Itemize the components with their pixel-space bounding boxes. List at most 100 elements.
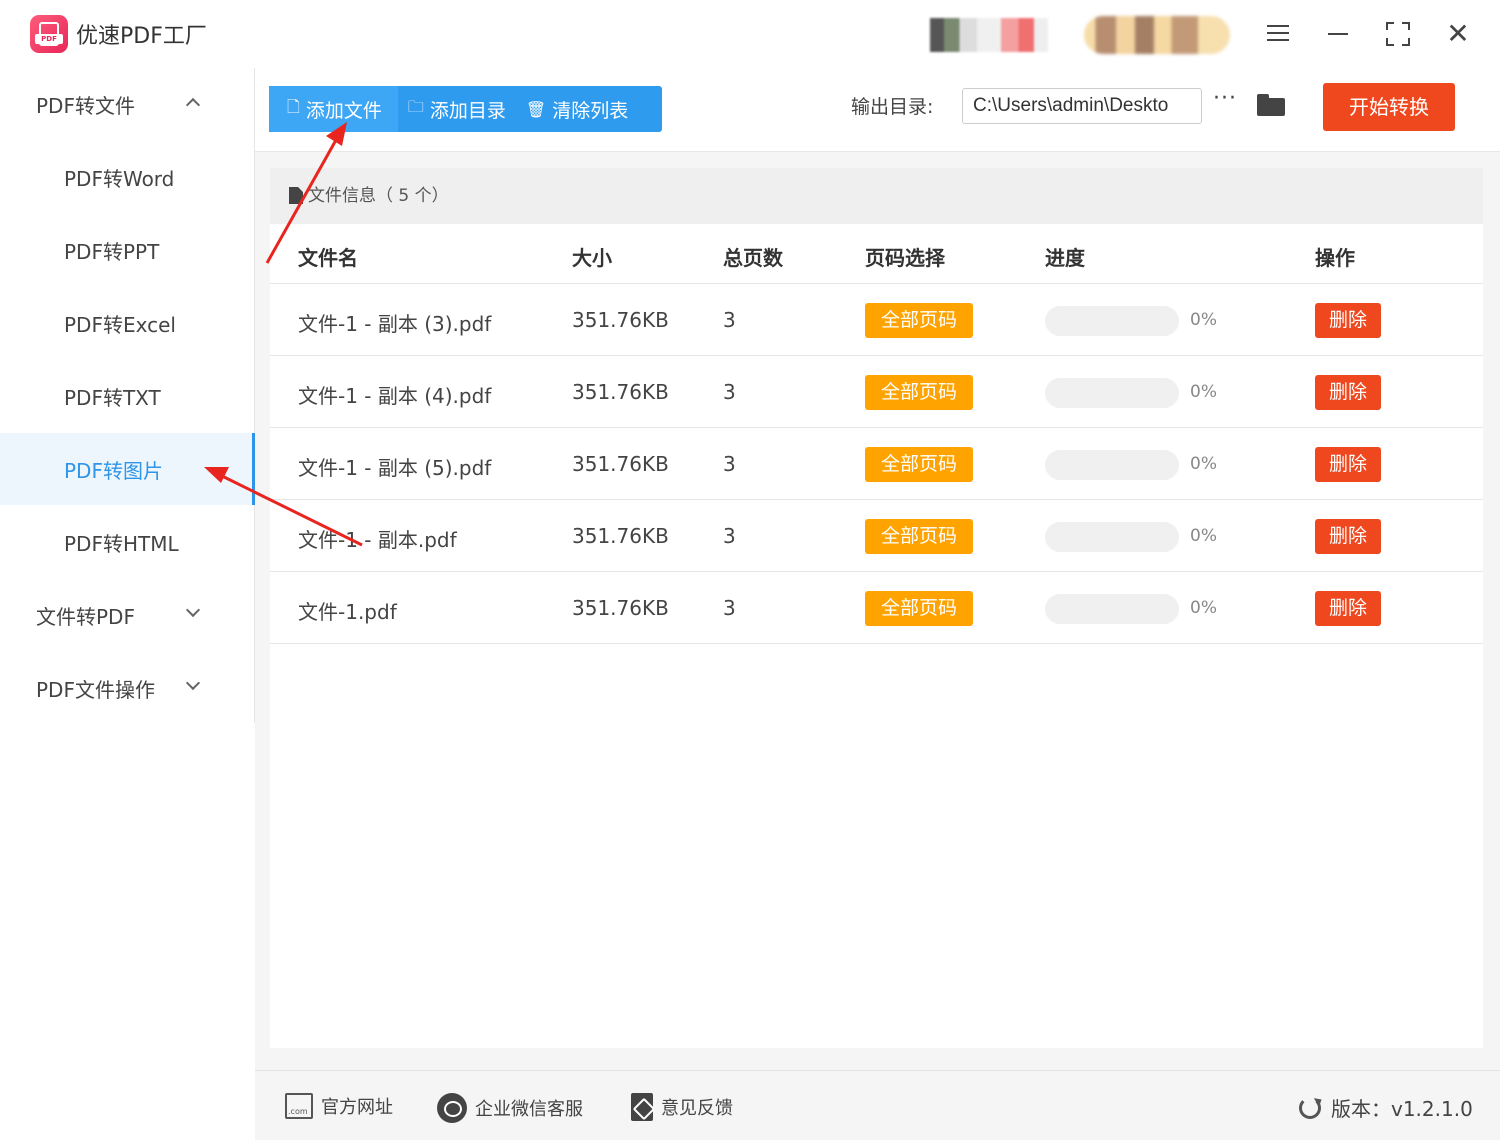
app-logo-icon: PDF (30, 15, 68, 53)
output-dir-label: 输出目录: (851, 96, 934, 118)
sidebar-item-pdf-to-word[interactable]: PDF转Word (0, 141, 255, 213)
sidebar-group-pdf-to-file[interactable]: PDF转文件 (0, 68, 255, 140)
feedback-link[interactable]: 意见反馈 (631, 1093, 733, 1121)
version-label: 版本：v1.2.1.0 (1331, 1097, 1473, 1121)
delete-button[interactable]: 删除 (1315, 447, 1381, 482)
user-vip-badge-blurred[interactable] (1084, 16, 1230, 54)
file-button-group: 🗋 添加文件 🗀 添加目录 🗑 清除列表 (269, 86, 662, 132)
feedback-icon (631, 1093, 653, 1121)
user-avatar-blurred[interactable] (930, 18, 1048, 52)
sidebar-group-file-to-pdf[interactable]: 文件转PDF (0, 579, 255, 651)
file-info-header: 文件信息（ 5 个） (270, 168, 1483, 224)
feedback-label: 意见反馈 (661, 1098, 733, 1119)
sidebar-item-pdf-to-html[interactable]: PDF转HTML (0, 506, 255, 578)
page-select-button[interactable]: 全部页码 (865, 447, 973, 482)
sidebar-item-pdf-to-txt[interactable]: PDF转TXT (0, 360, 255, 432)
file-list-panel: 文件信息（ 5 个） 文件名 大小 总页数 页码选择 进度 操作 文件-1 - … (270, 168, 1483, 1048)
sidebar-item-label: PDF转Excel (64, 312, 176, 337)
table-row: 文件-1.pdf 351.76KB 3 全部页码 0% 删除 (270, 572, 1483, 644)
main-area: 🗋 添加文件 🗀 添加目录 🗑 清除列表 输出目录: C:\Users\admi… (255, 68, 1500, 1140)
browse-more-button[interactable]: ··· (1213, 86, 1237, 111)
delete-button[interactable]: 删除 (1315, 519, 1381, 554)
table-row: 文件-1 - 副本 (4).pdf 351.76KB 3 全部页码 0% 删除 (270, 356, 1483, 428)
clear-list-label: 清除列表 (552, 99, 629, 122)
delete-button[interactable]: 删除 (1315, 591, 1381, 626)
progress-text: 0% (1190, 526, 1217, 546)
menu-icon[interactable] (1260, 16, 1296, 52)
page-select-button[interactable]: 全部页码 (865, 591, 973, 626)
file-pages: 3 (723, 452, 736, 476)
website-link[interactable]: 官方网址 (285, 1093, 393, 1119)
chevron-down-icon (185, 602, 201, 618)
table-row: 文件-1 - 副本 (3).pdf 351.76KB 3 全部页码 0% 删除 (270, 284, 1483, 356)
file-pages: 3 (723, 380, 736, 404)
folder-icon[interactable] (1257, 94, 1285, 116)
progress-bar (1045, 522, 1179, 552)
file-size: 351.76KB (572, 452, 669, 476)
refresh-icon (1299, 1096, 1321, 1119)
sidebar-group-label: PDF文件操作 (36, 677, 155, 702)
progress-bar (1045, 594, 1179, 624)
sidebar: PDF转文件 PDF转Word PDF转PPT PDF转Excel PDF转TX… (0, 68, 255, 723)
app-logo-text: PDF (35, 34, 63, 44)
add-folder-label: 添加目录 (429, 99, 506, 122)
start-convert-button[interactable]: 开始转换 (1323, 83, 1455, 131)
file-name: 文件-1 - 副本.pdf (298, 528, 457, 552)
sidebar-item-label: PDF转图片 (64, 458, 163, 483)
delete-button[interactable]: 删除 (1315, 375, 1381, 410)
file-pages: 3 (723, 596, 736, 620)
file-size: 351.76KB (572, 524, 669, 548)
folder-outline-icon: 🗀 (407, 96, 424, 116)
clear-list-button[interactable]: 🗑 清除列表 (516, 86, 638, 132)
file-name: 文件-1 - 副本 (4).pdf (298, 384, 492, 408)
table-header: 文件名 大小 总页数 页码选择 进度 操作 (270, 224, 1483, 284)
sidebar-group-pdf-operations[interactable]: PDF文件操作 (0, 652, 255, 724)
add-file-button[interactable]: 🗋 添加文件 (269, 86, 398, 132)
website-label: 官方网址 (321, 1097, 393, 1118)
page-select-button[interactable]: 全部页码 (865, 519, 973, 554)
add-file-label: 添加文件 (305, 99, 382, 122)
footer-bar: 官方网址 企业微信客服 意见反馈 版本：v1.2.1.0 (255, 1070, 1500, 1140)
sidebar-item-label: PDF转Word (64, 166, 175, 191)
minimize-icon[interactable] (1320, 16, 1356, 52)
sidebar-item-pdf-to-image[interactable]: PDF转图片 (0, 433, 255, 505)
output-dir-input[interactable]: C:\Users\admin\Deskto (962, 88, 1202, 124)
sidebar-group-label: 文件转PDF (36, 604, 135, 629)
progress-text: 0% (1190, 382, 1217, 402)
add-folder-button[interactable]: 🗀 添加目录 (398, 86, 516, 132)
file-pages: 3 (723, 524, 736, 548)
column-header-page-select: 页码选择 (865, 246, 945, 270)
document-icon (289, 187, 303, 204)
file-name: 文件-1.pdf (298, 600, 397, 624)
chevron-up-icon (185, 97, 201, 113)
version-info[interactable]: 版本：v1.2.1.0 (1299, 1093, 1473, 1122)
wechat-label: 企业微信客服 (475, 1099, 583, 1120)
file-size: 351.76KB (572, 596, 669, 620)
column-header-pages: 总页数 (723, 246, 783, 270)
table-row: 文件-1 - 副本 (5).pdf 351.76KB 3 全部页码 0% 删除 (270, 428, 1483, 500)
file-icon: 🗋 (287, 96, 300, 116)
close-icon[interactable]: ✕ (1440, 16, 1476, 52)
page-select-button[interactable]: 全部页码 (865, 375, 973, 410)
file-info-title: 文件信息（ 5 个） (308, 186, 449, 206)
wechat-support-link[interactable]: 企业微信客服 (437, 1093, 583, 1123)
maximize-icon[interactable] (1380, 16, 1416, 52)
sidebar-item-pdf-to-ppt[interactable]: PDF转PPT (0, 214, 255, 286)
file-size: 351.76KB (572, 308, 669, 332)
column-header-size: 大小 (572, 246, 612, 270)
progress-bar (1045, 306, 1179, 336)
trash-icon: 🗑 (525, 99, 547, 119)
file-size: 351.76KB (572, 380, 669, 404)
title-bar: PDF 优速PDF工厂 ✕ (0, 0, 1500, 68)
chevron-down-icon (185, 675, 201, 691)
page-select-button[interactable]: 全部页码 (865, 303, 973, 338)
sidebar-item-pdf-to-excel[interactable]: PDF转Excel (0, 287, 255, 359)
file-pages: 3 (723, 308, 736, 332)
sidebar-item-label: PDF转PPT (64, 239, 160, 264)
column-header-progress: 进度 (1045, 246, 1085, 270)
delete-button[interactable]: 删除 (1315, 303, 1381, 338)
toolbar: 🗋 添加文件 🗀 添加目录 🗑 清除列表 输出目录: C:\Users\admi… (255, 68, 1500, 152)
sidebar-item-label: PDF转TXT (64, 385, 161, 410)
progress-text: 0% (1190, 310, 1217, 330)
progress-bar (1045, 378, 1179, 408)
